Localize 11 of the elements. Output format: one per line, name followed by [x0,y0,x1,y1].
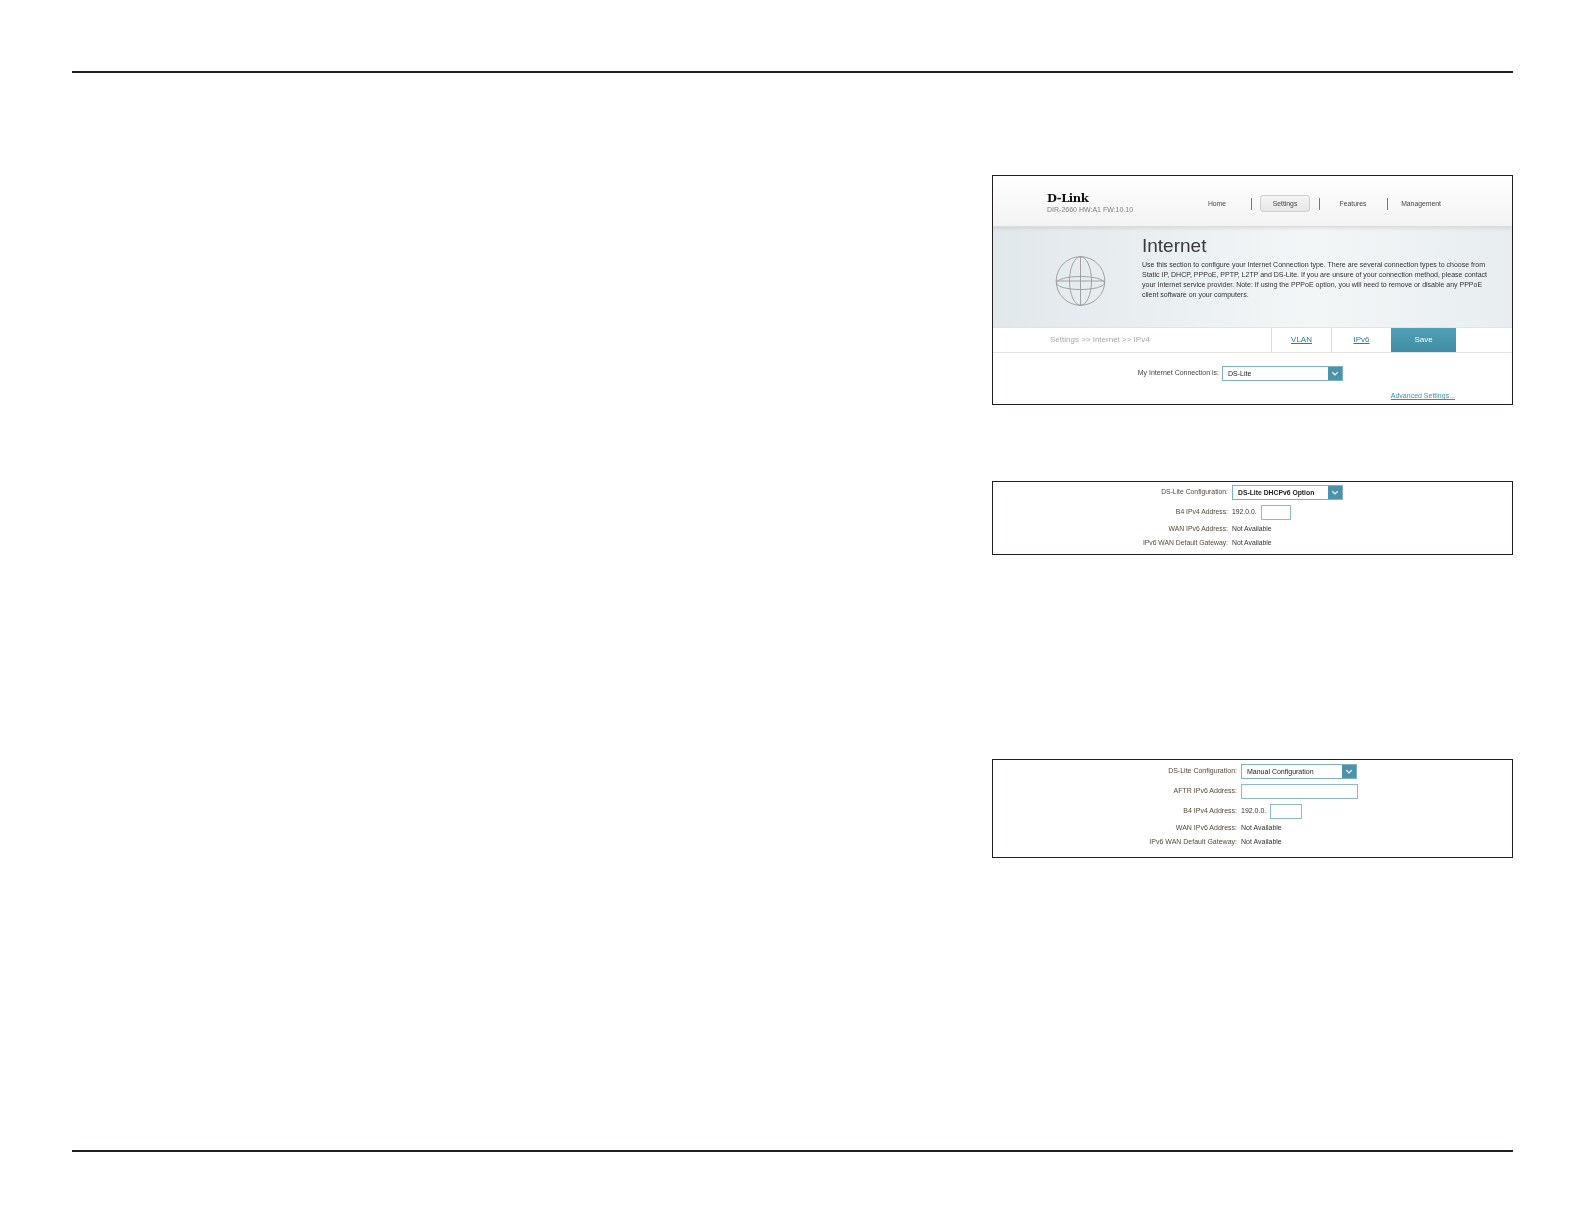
chevron-down-icon [1328,367,1342,380]
input-field[interactable] [1241,784,1358,799]
page-title: Internet [1142,235,1208,256]
brand-logo: D-Link [1047,192,1090,204]
breadcrumb: Settings >> Internet >> IPv4 [1049,334,1151,346]
chevron-down-icon [1328,486,1342,499]
input-field[interactable] [1270,804,1303,819]
chevron-down-icon [1342,765,1356,778]
globe-icon [1055,256,1106,306]
tab-link[interactable]: VLAN [1271,328,1331,352]
input-field[interactable] [1260,505,1291,520]
